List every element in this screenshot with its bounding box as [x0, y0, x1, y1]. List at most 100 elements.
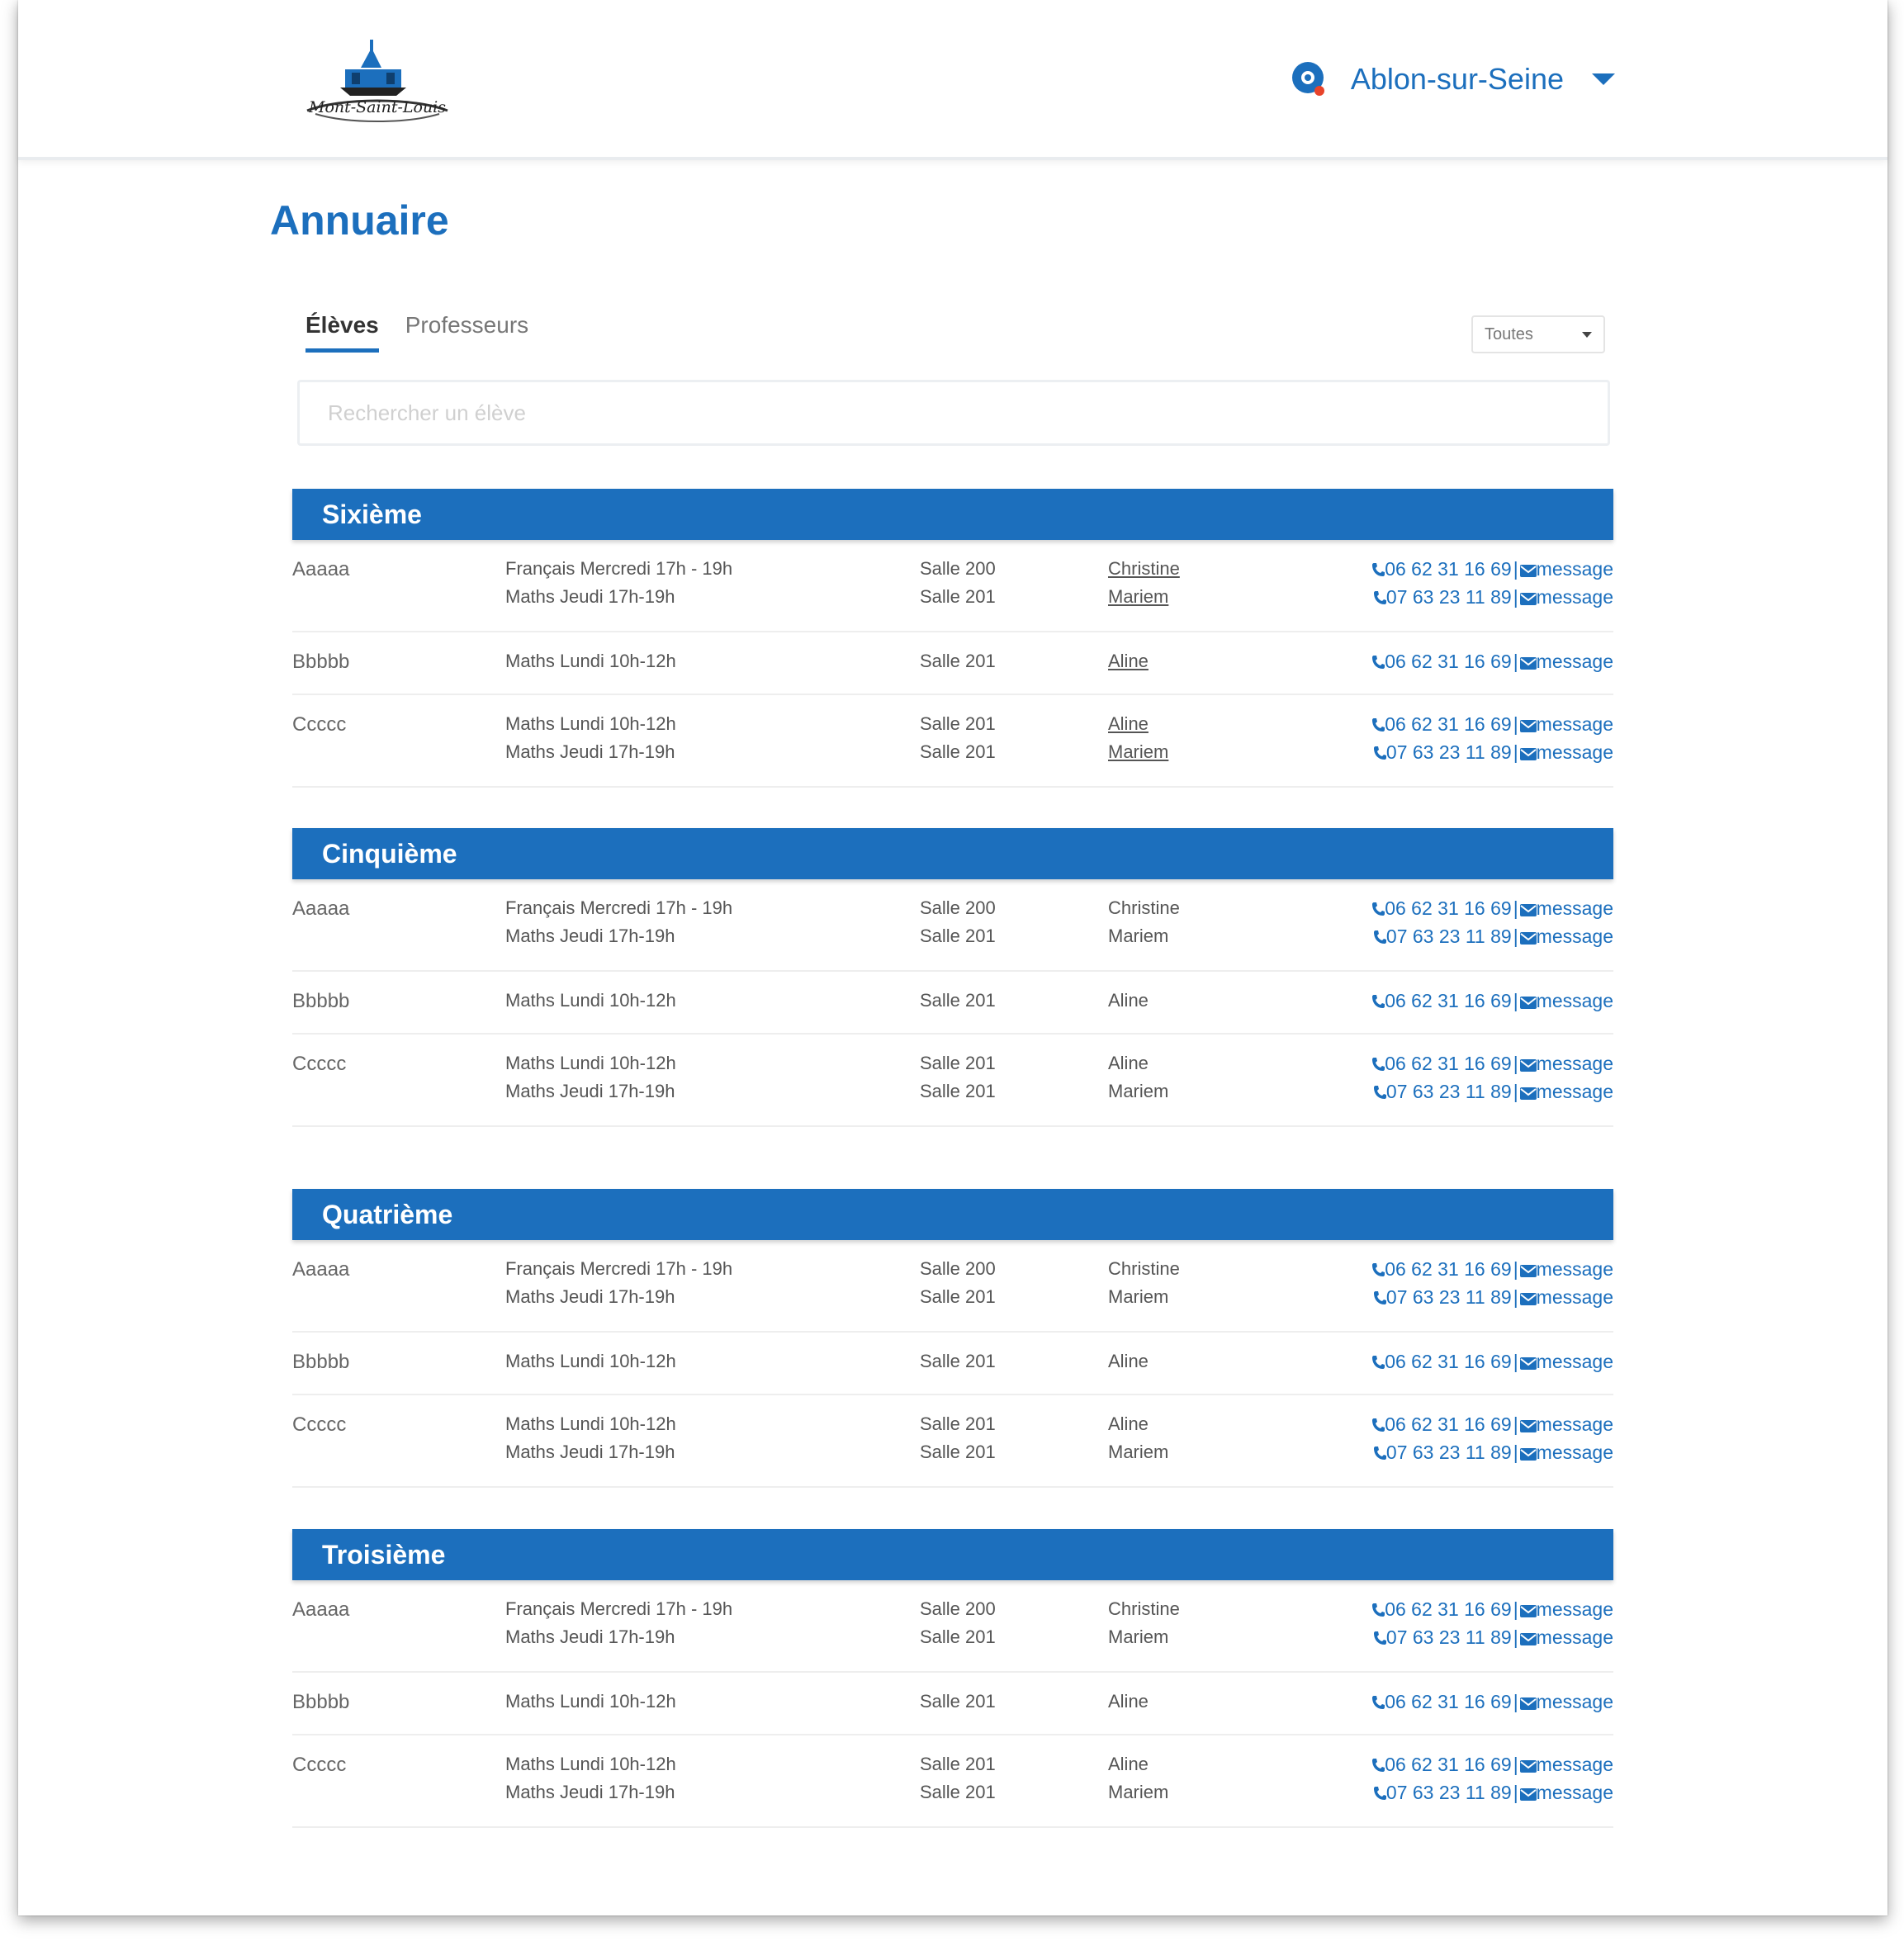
phone-icon [1373, 1086, 1386, 1099]
message-link[interactable]: message [1537, 1626, 1613, 1648]
message-link[interactable]: message [1537, 1081, 1613, 1102]
message-link[interactable]: message [1537, 1351, 1613, 1372]
course-schedule: Maths Jeudi 17h-19h [505, 1782, 675, 1802]
course-schedule: Maths Jeudi 17h-19h [505, 1626, 675, 1647]
teacher-link[interactable]: Christine [1108, 897, 1180, 919]
student-name: Bbbbb [292, 990, 350, 1012]
phone-link[interactable]: 06 62 31 16 69 [1385, 1258, 1511, 1280]
level-filter-value: Toutes [1485, 324, 1533, 343]
envelope-icon [1519, 720, 1537, 732]
location-pin-icon [1291, 62, 1324, 96]
separator: | [1513, 651, 1518, 672]
level-filter-select[interactable]: Toutes [1471, 315, 1605, 353]
separator: | [1513, 558, 1518, 580]
tab-eleves[interactable]: Élèves [305, 312, 379, 353]
phone-link[interactable]: 07 63 23 11 89 [1386, 741, 1512, 763]
phone-link[interactable]: 06 62 31 16 69 [1385, 1053, 1511, 1074]
room-label: Salle 201 [920, 1053, 996, 1073]
student-name: Ccccc [292, 713, 347, 736]
phone-link[interactable]: 06 62 31 16 69 [1385, 558, 1511, 580]
message-link[interactable]: message [1537, 1053, 1613, 1074]
message-link[interactable]: message [1537, 1691, 1613, 1712]
teacher-link[interactable]: Mariem [1108, 741, 1168, 763]
phone-link[interactable]: 06 62 31 16 69 [1385, 713, 1511, 735]
contact-links: 06 62 31 16 69| message [1371, 1258, 1613, 1281]
phone-link[interactable]: 07 63 23 11 89 [1386, 1626, 1512, 1648]
teacher-link[interactable]: Mariem [1108, 1081, 1168, 1102]
course-schedule: Maths Jeudi 17h-19h [505, 1081, 675, 1101]
phone-link[interactable]: 06 62 31 16 69 [1385, 1351, 1511, 1372]
phone-link[interactable]: 07 63 23 11 89 [1386, 1782, 1512, 1803]
phone-link[interactable]: 07 63 23 11 89 [1386, 586, 1512, 608]
message-link[interactable]: message [1537, 651, 1613, 672]
top-navigation-bar: Mont-Saint-Louis Ablon-sur-Seine [18, 0, 1887, 160]
city-selector[interactable]: Ablon-sur-Seine [1290, 56, 1615, 102]
message-link[interactable]: message [1537, 897, 1613, 919]
phone-link[interactable]: 06 62 31 16 69 [1385, 990, 1511, 1011]
contact-links: 06 62 31 16 69| message [1371, 713, 1613, 736]
room-label: Salle 201 [920, 586, 996, 607]
message-link[interactable]: message [1537, 741, 1613, 763]
contact-links: 06 62 31 16 69| message [1371, 651, 1613, 673]
teacher-link[interactable]: Aline [1108, 1351, 1149, 1372]
teacher-link[interactable]: Mariem [1108, 926, 1168, 947]
teacher-link[interactable]: Aline [1108, 651, 1149, 672]
message-link[interactable]: message [1537, 990, 1613, 1011]
phone-icon [1372, 995, 1385, 1008]
teacher-link[interactable]: Mariem [1108, 1286, 1168, 1308]
course-schedule: Maths Lundi 10h-12h [505, 990, 676, 1011]
teacher-link[interactable]: Aline [1108, 1691, 1149, 1712]
separator: | [1513, 1413, 1518, 1435]
message-link[interactable]: message [1537, 1598, 1613, 1620]
message-link[interactable]: message [1537, 1286, 1613, 1308]
room-label: Salle 201 [920, 651, 996, 671]
message-link[interactable]: message [1537, 1782, 1613, 1803]
phone-link[interactable]: 06 62 31 16 69 [1385, 1598, 1511, 1620]
message-link[interactable]: message [1537, 558, 1613, 580]
teacher-link[interactable]: Christine [1108, 1258, 1180, 1280]
room-label: Salle 201 [920, 1413, 996, 1434]
course-schedule: Maths Jeudi 17h-19h [505, 926, 675, 946]
teacher-link[interactable]: Christine [1108, 1598, 1180, 1620]
phone-link[interactable]: 07 63 23 11 89 [1386, 1081, 1512, 1102]
teacher-link[interactable]: Christine [1108, 558, 1180, 580]
phone-link[interactable]: 06 62 31 16 69 [1385, 651, 1511, 672]
phone-icon [1372, 656, 1385, 669]
room-label: Salle 201 [920, 1442, 996, 1462]
course-schedule: Français Mercredi 17h - 19h [505, 1258, 733, 1279]
teacher-link[interactable]: Aline [1108, 1053, 1149, 1074]
separator: | [1513, 897, 1518, 919]
student-name: Ccccc [292, 1754, 347, 1776]
message-link[interactable]: message [1537, 713, 1613, 735]
message-link[interactable]: message [1537, 1413, 1613, 1435]
phone-link[interactable]: 06 62 31 16 69 [1385, 897, 1511, 919]
message-link[interactable]: message [1537, 1442, 1613, 1463]
teacher-link[interactable]: Mariem [1108, 1626, 1168, 1648]
contact-links: 06 62 31 16 69| message [1371, 897, 1613, 920]
teacher-link[interactable]: Aline [1108, 1413, 1149, 1435]
message-link[interactable]: message [1537, 1258, 1613, 1280]
separator: | [1513, 926, 1518, 947]
teacher-link[interactable]: Aline [1108, 1754, 1149, 1775]
teacher-link[interactable]: Mariem [1108, 1442, 1168, 1463]
envelope-icon [1519, 1420, 1537, 1432]
phone-link[interactable]: 06 62 31 16 69 [1385, 1691, 1511, 1712]
logo-wordmark: Mont-Saint-Louis [308, 98, 446, 116]
message-link[interactable]: message [1537, 926, 1613, 947]
teacher-link[interactable]: Aline [1108, 713, 1149, 735]
table-row: Bbbbb Maths Lundi 10h-12h Salle 201 Aline 06… [292, 632, 1613, 695]
search-input[interactable] [297, 380, 1610, 446]
teacher-link[interactable]: Mariem [1108, 1782, 1168, 1803]
phone-link[interactable]: 07 63 23 11 89 [1386, 1442, 1512, 1463]
message-link[interactable]: message [1537, 586, 1613, 608]
teacher-link[interactable]: Mariem [1108, 586, 1168, 608]
phone-link[interactable]: 07 63 23 11 89 [1386, 1286, 1512, 1308]
tab-professeurs[interactable]: Professeurs [405, 312, 528, 353]
phone-link[interactable]: 06 62 31 16 69 [1385, 1754, 1511, 1775]
teacher-link[interactable]: Aline [1108, 990, 1149, 1011]
phone-link[interactable]: 07 63 23 11 89 [1386, 926, 1512, 947]
school-logo[interactable]: Mont-Saint-Louis [291, 31, 464, 130]
message-link[interactable]: message [1537, 1754, 1613, 1775]
separator: | [1513, 586, 1518, 608]
phone-link[interactable]: 06 62 31 16 69 [1385, 1413, 1511, 1435]
